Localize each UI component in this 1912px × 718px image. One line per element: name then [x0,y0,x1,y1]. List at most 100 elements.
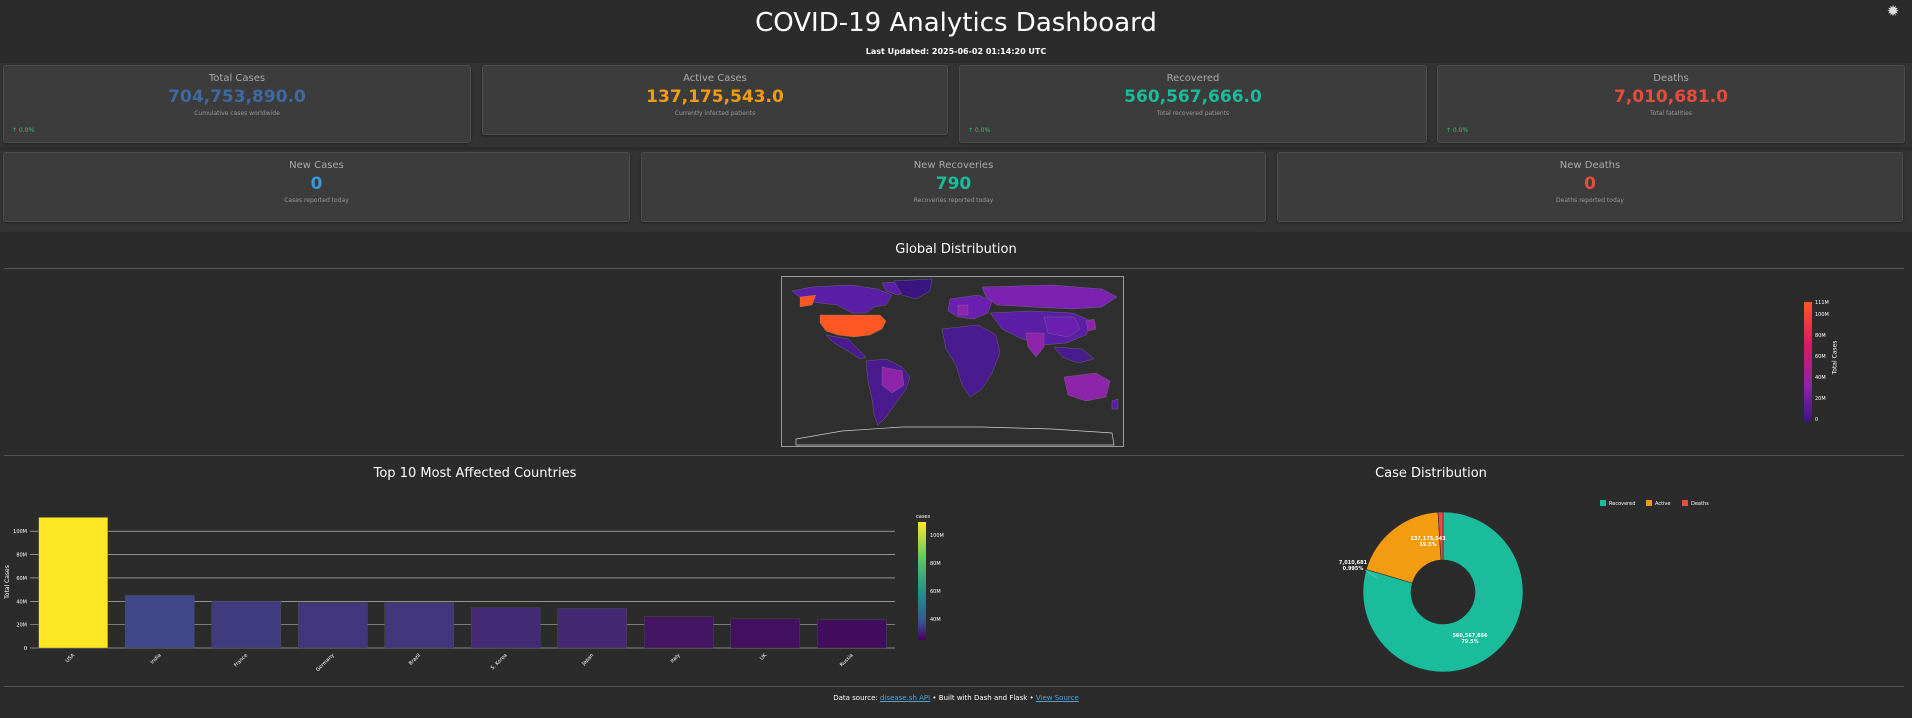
pie-chart: 560,567,66679.5%137,175,54319.5%7,010,68… [1339,500,1709,673]
bar [816,619,887,649]
x-tick-label: S. Korea [490,653,509,672]
world-map-svg [782,277,1123,446]
stat-card-new-cases: New Cases 0 Cases reported today [3,152,630,222]
x-tick-label: Russia [839,653,855,669]
y-tick-label: 20M [16,623,27,629]
map-colorbar: 111M 100M 80M 60M 40M 20M 0 Total Cases [1804,300,1854,424]
legend-swatch [1682,500,1688,506]
stat-card-recovered: Recovered 560,567,666.0 Total recovered … [959,65,1427,143]
x-tick-label: Italy [670,653,682,665]
stat-value: 790 [935,174,972,194]
y-tick-label: 80M [16,553,27,559]
map-colorbar-tick: 20M [1815,396,1826,402]
legend-label: Deaths [1691,501,1709,507]
stat-label: New Deaths [1559,160,1621,171]
stat-subtitle: Cumulative cases worldwide [194,110,280,117]
map-colorbar-tick: 40M [1815,375,1826,381]
stat-change: ↑ 0.0% [968,127,991,134]
page-title: COVID-19 Analytics Dashboard [755,8,1157,38]
stat-change: ↑ 0.0% [1446,127,1469,134]
map-title: Global Distribution [895,242,1017,257]
divider [4,686,1904,687]
map-colorbar-tick: 111M [1815,300,1829,306]
x-tick-label: USA [65,652,77,664]
stat-card-new-deaths: New Deaths 0 Deaths reported today [1277,152,1903,222]
stat-value: 137,175,543.0 [646,87,784,107]
pie-data-label: 0.995% [1343,566,1364,572]
stat-subtitle: Recoveries reported today [913,197,994,204]
stat-card-deaths: Deaths 7,010,681.0 Total fatalities ↑ 0.… [1437,65,1905,143]
world-choropleth-map[interactable] [781,276,1124,447]
bar [470,607,541,649]
stat-label: Deaths [1653,73,1689,84]
map-colorbar-tick: 100M [1815,312,1829,318]
stat-label: New Cases [289,160,344,171]
stat-value: 704,753,890.0 [168,87,306,107]
footer-prefix: Data source: [833,694,880,702]
stat-subtitle: Total fatalities [1650,110,1692,117]
stat-subtitle: Cases reported today [284,197,349,204]
y-tick-label: 100M [13,529,27,535]
stats-row-bottom: New Cases 0 Cases reported today New Rec… [0,150,1912,232]
bar [38,517,109,649]
bar [124,595,195,649]
map-colorbar-tick: 80M [1815,333,1826,339]
bar [643,616,714,649]
bar-colorbar-tick: 100M [930,533,944,539]
bar-chart-title: Top 10 Most Affected Countries [373,466,577,481]
footer: Data source: disease.sh API • Built with… [0,694,1912,702]
stat-value: 0 [310,174,323,194]
map-colorbar-tick: 0 [1815,417,1819,423]
y-axis-label: Total Cases [4,565,11,600]
pie-data-label: 19.5% [1419,542,1436,548]
stat-card-total-cases: Total Cases 704,753,890.0 Cumulative cas… [3,65,471,143]
divider [4,455,1904,456]
stat-label: Active Cases [683,73,747,84]
view-source-link[interactable]: View Source [1036,694,1079,702]
bar-chart: 0 20M 40M 60M 80M 100M Total Cases USA India Fran… [4,514,944,673]
stat-label: Total Cases [208,73,266,84]
last-updated-text: Last Updated: 2025-06-02 01:14:20 UTC [865,47,1047,56]
stat-value: 0 [1584,174,1596,194]
legend-label: Recovered [1609,501,1635,507]
map-colorbar-title: Total Cases [1831,340,1839,375]
y-tick-label: 40M [16,599,27,605]
bar-colorbar-tick: 80M [930,561,941,567]
stat-label: Recovered [1166,73,1220,84]
legend-swatch [1646,500,1652,506]
legend-swatch [1600,500,1606,506]
legend-label: Active [1655,501,1670,507]
bar [297,602,368,649]
data-source-link[interactable]: disease.sh API [880,694,930,702]
x-tick-label: Brazil [408,653,422,667]
bar [384,602,455,649]
footer-middle: • Built with Dash and Flask • [930,694,1036,702]
x-tick-label: India [150,653,163,666]
stat-subtitle: Currently infected patients [674,110,756,117]
y-tick-label: 0 [24,646,27,652]
map-colorbar-tick: 60M [1815,354,1826,360]
stat-change: ↑ 0.0% [12,127,35,134]
stat-value: 560,567,666.0 [1124,87,1262,107]
divider [4,268,1904,269]
stat-card-new-recoveries: New Recoveries 790 Recoveries reported t… [641,152,1266,222]
pie-chart-title: Case Distribution [1375,466,1487,481]
x-tick-label: France [233,653,249,669]
bar-colorbar [918,522,926,640]
y-tick-label: 60M [16,576,27,582]
x-tick-label: Japan [580,653,595,668]
pie-data-label: 79.5% [1461,639,1478,645]
stats-row-top: Total Cases 704,753,890.0 Cumulative cas… [0,63,1912,147]
stat-subtitle: Deaths reported today [1556,197,1624,204]
bar-colorbar-tick: 40M [930,617,941,623]
x-tick-label: UK [759,652,769,662]
bar [557,608,628,649]
stat-card-active-cases: Active Cases 137,175,543.0 Currently inf… [482,65,948,135]
bar-colorbar-title: cases [916,514,930,520]
stat-label: New Recoveries [913,160,994,171]
stat-subtitle: Total recovered patients [1156,110,1230,117]
bar [730,618,801,649]
bar-colorbar-tick: 60M [930,589,941,595]
stat-value: 7,010,681.0 [1613,87,1728,107]
bar [211,600,282,649]
